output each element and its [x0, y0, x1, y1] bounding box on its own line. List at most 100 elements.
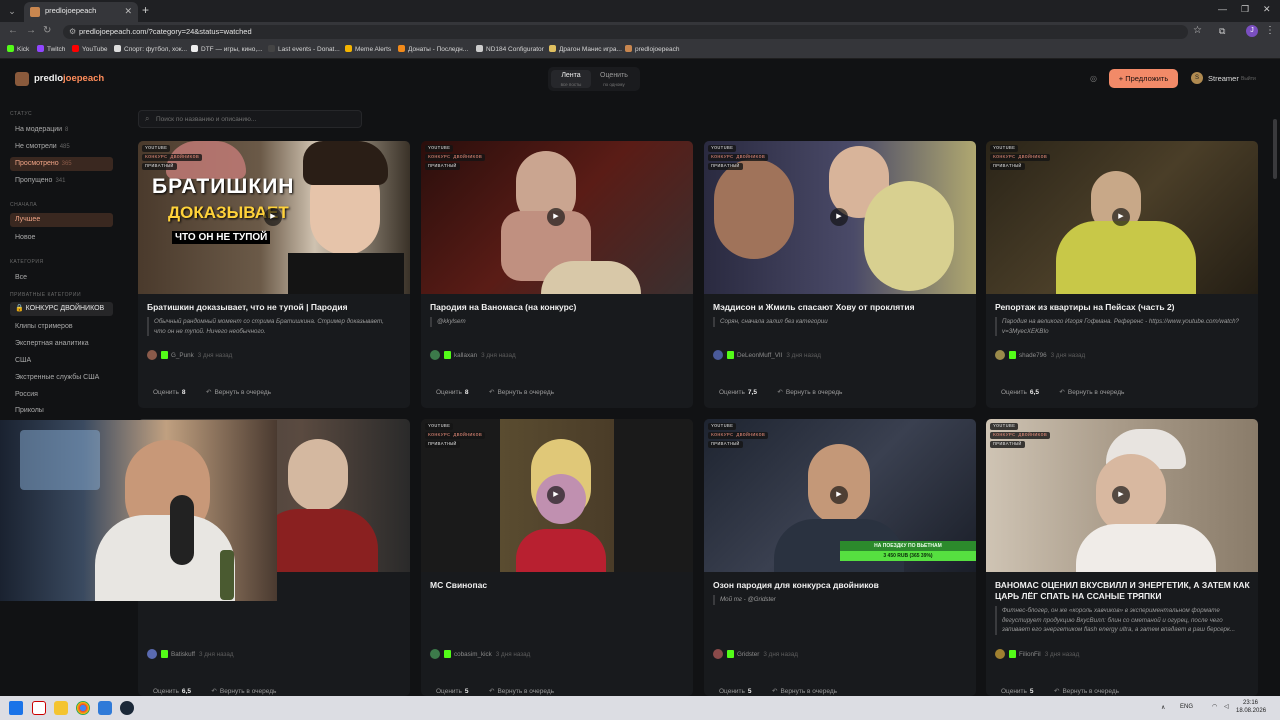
post-card[interactable]: YOUTUBE КОНКУРС ДВОЙНИКОВ ПРИВАТНЫЙ ▶ Мэ…: [704, 141, 976, 408]
category-streamer-clips[interactable]: Клипы стримеров: [10, 320, 113, 334]
status-skipped[interactable]: Пропущено 341: [10, 174, 113, 188]
requeue-button[interactable]: ↶ Вернуть в очередь: [483, 684, 560, 696]
play-icon[interactable]: ▶: [547, 208, 565, 226]
play-icon[interactable]: ▶: [264, 208, 282, 226]
post-title[interactable]: Пародия на Ваномаса (на конкурс): [430, 302, 688, 313]
rate-button[interactable]: Оценить 5: [713, 684, 758, 696]
yandex-browser-icon[interactable]: [32, 701, 46, 715]
bookmark-star-icon[interactable]: ☆: [1193, 25, 1202, 36]
author-name[interactable]: Batiskuff: [171, 651, 195, 658]
browser-tab[interactable]: predlojoepeach ✕: [24, 2, 138, 22]
video-thumbnail[interactable]: БРАТИШКИН ДОКАЗЫВАЕТ ЧТО ОН НЕ ТУПОЙ YOU…: [138, 141, 410, 294]
play-icon[interactable]: ▶: [1112, 486, 1130, 504]
category-expert-analytics[interactable]: Экспертная аналитика: [10, 337, 113, 351]
requeue-button[interactable]: ↶ Вернуть в очередь: [483, 385, 560, 400]
reload-icon[interactable]: ↻: [43, 25, 51, 36]
post-card[interactable]: НА ПОЕЗДКУ ПО ВЬЕТНАМ 3 450 RUB (365 39%…: [704, 419, 976, 696]
status-watched[interactable]: Просмотрено 365: [10, 157, 113, 171]
author-name[interactable]: FilionFil: [1019, 651, 1041, 658]
author-name[interactable]: shade796: [1019, 352, 1047, 359]
page-scrollbar[interactable]: [1273, 119, 1277, 179]
bookmark-donat[interactable]: Last events - Donat...: [268, 45, 340, 53]
tab-rate[interactable]: Оценить: [594, 72, 634, 79]
requeue-button[interactable]: ↶ Вернуть в очередь: [205, 684, 282, 696]
post-title[interactable]: Озон пародия для конкурса двойников: [713, 580, 971, 591]
new-tab-button[interactable]: +: [142, 3, 149, 17]
bookmark-twitch[interactable]: Twitch: [37, 45, 65, 53]
user-avatar[interactable]: S: [1191, 72, 1203, 84]
category-russia[interactable]: Россия: [10, 388, 113, 402]
browser-menu-icon[interactable]: ⋮: [1265, 25, 1275, 36]
rate-button[interactable]: Оценить 5: [995, 684, 1040, 696]
search-input[interactable]: [156, 113, 356, 125]
bookmark-kick[interactable]: Kick: [7, 45, 29, 53]
author-name[interactable]: cobasim_kick: [454, 651, 492, 658]
keyboard-language[interactable]: ENG: [1180, 704, 1193, 710]
rate-button[interactable]: Оценить 7,5: [713, 385, 763, 400]
forward-icon[interactable]: →: [26, 25, 36, 36]
video-thumbnail[interactable]: YOUTUBE КОНКУРС ДВОЙНИКОВ ПРИВАТНЫЙ ▶: [986, 141, 1258, 294]
windows-start-icon[interactable]: [9, 701, 23, 715]
url-field[interactable]: ⚙ predlojoepeach.com/?category=24&status…: [63, 25, 1188, 39]
tray-chevron-icon[interactable]: ∧: [1161, 704, 1165, 711]
site-logo[interactable]: predlojoepeach: [34, 73, 104, 84]
bookmark-dragon[interactable]: Драгон Манис игра...: [549, 45, 622, 53]
minimize-icon[interactable]: —: [1218, 4, 1227, 14]
wifi-icon[interactable]: ◠: [1212, 703, 1217, 710]
post-title[interactable]: Братишкин доказывает, что не тупой | Пар…: [147, 302, 405, 313]
tab-search-icon[interactable]: ⌄: [5, 4, 19, 18]
video-thumbnail[interactable]: YOUTUBE КОНКУРС ДВОЙНИКОВ ПРИВАТНЫЙ ▶: [421, 419, 693, 572]
video-thumbnail[interactable]: YOUTUBE КОНКУРС ДВОЙНИКОВ ПРИВАТНЫЙ ▶: [986, 419, 1258, 572]
steam-icon[interactable]: [120, 701, 134, 715]
play-icon[interactable]: ▶: [830, 486, 848, 504]
calculator-icon[interactable]: [98, 701, 112, 715]
post-card[interactable]: YOUTUBE КОНКУРС ДВОЙНИКОВ ПРИВАТНЫЙ ▶ МС…: [421, 419, 693, 696]
logout-link[interactable]: Выйти: [1241, 76, 1256, 82]
bookmark-predlojoepeach[interactable]: predlojoepeach: [625, 45, 679, 53]
author-name[interactable]: G_Punk: [171, 352, 194, 359]
requeue-button[interactable]: ↶ Вернуть в очередь: [1048, 684, 1125, 696]
post-title[interactable]: ВАНОМАС ОЦЕНИЛ ВКУСВИЛЛ И ЭНЕРГЕТИК, А З…: [995, 580, 1253, 602]
rate-button[interactable]: Оценить 8: [147, 385, 192, 400]
author-name[interactable]: Gridster: [737, 651, 759, 658]
rate-button[interactable]: Оценить 6,5: [147, 684, 197, 696]
video-thumbnail[interactable]: YOUTUBE КОНКУРС ДВОЙНИКОВ ПРИВАТНЫЙ ▶: [704, 141, 976, 294]
status-not-watched[interactable]: Не смотрели 485: [10, 140, 113, 154]
clock-time[interactable]: 23:16: [1243, 700, 1258, 706]
requeue-button[interactable]: ↶ Вернуть в очередь: [766, 684, 843, 696]
close-window-icon[interactable]: ✕: [1263, 4, 1271, 15]
post-card[interactable]: YOUTUBE КОНКУРС ДВОЙНИКОВ ПРИВАТНЫЙ ▶ Ре…: [986, 141, 1258, 408]
volume-icon[interactable]: ◁: [1224, 703, 1229, 710]
category-usa-emergency[interactable]: Экстренные службы США: [10, 371, 113, 385]
category-fun[interactable]: Приколы: [10, 404, 113, 418]
status-on-moderation[interactable]: На модерации 8: [10, 123, 113, 137]
post-title[interactable]: МС Свинопас: [430, 580, 688, 591]
post-card[interactable]: БРАТИШКИН ДОКАЗЫВАЕТ ЧТО ОН НЕ ТУПОЙ YOU…: [138, 141, 410, 408]
settings-icon[interactable]: ◎: [1090, 74, 1097, 83]
requeue-button[interactable]: ↶ Вернуть в очередь: [771, 385, 848, 400]
category-contest[interactable]: 🔒 КОНКУРС ДВОЙНИКОВ: [10, 302, 113, 316]
post-title[interactable]: Репортаж из квартиры на Пейсах (часть 2): [995, 302, 1253, 313]
play-icon[interactable]: ▶: [830, 208, 848, 226]
clock-date[interactable]: 18.08.2026: [1236, 708, 1266, 714]
tab-close-icon[interactable]: ✕: [124, 6, 132, 17]
profile-avatar[interactable]: J: [1246, 25, 1258, 37]
rate-button[interactable]: Оценить 8: [430, 385, 475, 400]
author-name[interactable]: DeLeonMuff_VII: [737, 352, 782, 359]
bookmark-meme-alerts[interactable]: Meme Alerts: [345, 45, 391, 53]
video-thumbnail[interactable]: YOUTUBE КОНКУРС ДВОЙНИКОВ ПРИВАТНЫЙ ▶: [421, 141, 693, 294]
post-card[interactable]: YOUTUBE КОНКУРС ДВОЙНИКОВ ПРИВАТНЫЙ ▶ ВА…: [986, 419, 1258, 696]
site-info-icon[interactable]: ⚙: [69, 27, 76, 36]
back-icon[interactable]: ←: [8, 25, 18, 36]
bookmark-nd184[interactable]: ND184 Configurator: [476, 45, 544, 53]
bookmark-donaty[interactable]: Донаты - Последн...: [398, 45, 468, 53]
sort-best[interactable]: Лучшее: [10, 213, 113, 227]
rate-button[interactable]: Оценить 5: [430, 684, 475, 696]
maximize-icon[interactable]: ❐: [1241, 4, 1249, 15]
rate-button[interactable]: Оценить 6,5: [995, 385, 1045, 400]
video-thumbnail[interactable]: НА ПОЕЗДКУ ПО ВЬЕТНАМ 3 450 RUB (365 39%…: [704, 419, 976, 572]
chrome-icon[interactable]: [76, 701, 90, 715]
bookmark-dtf[interactable]: DTF — игры, кино,...: [191, 45, 263, 53]
extensions-icon[interactable]: ⧉: [1219, 26, 1225, 37]
bookmark-youtube[interactable]: YouTube: [72, 45, 108, 53]
